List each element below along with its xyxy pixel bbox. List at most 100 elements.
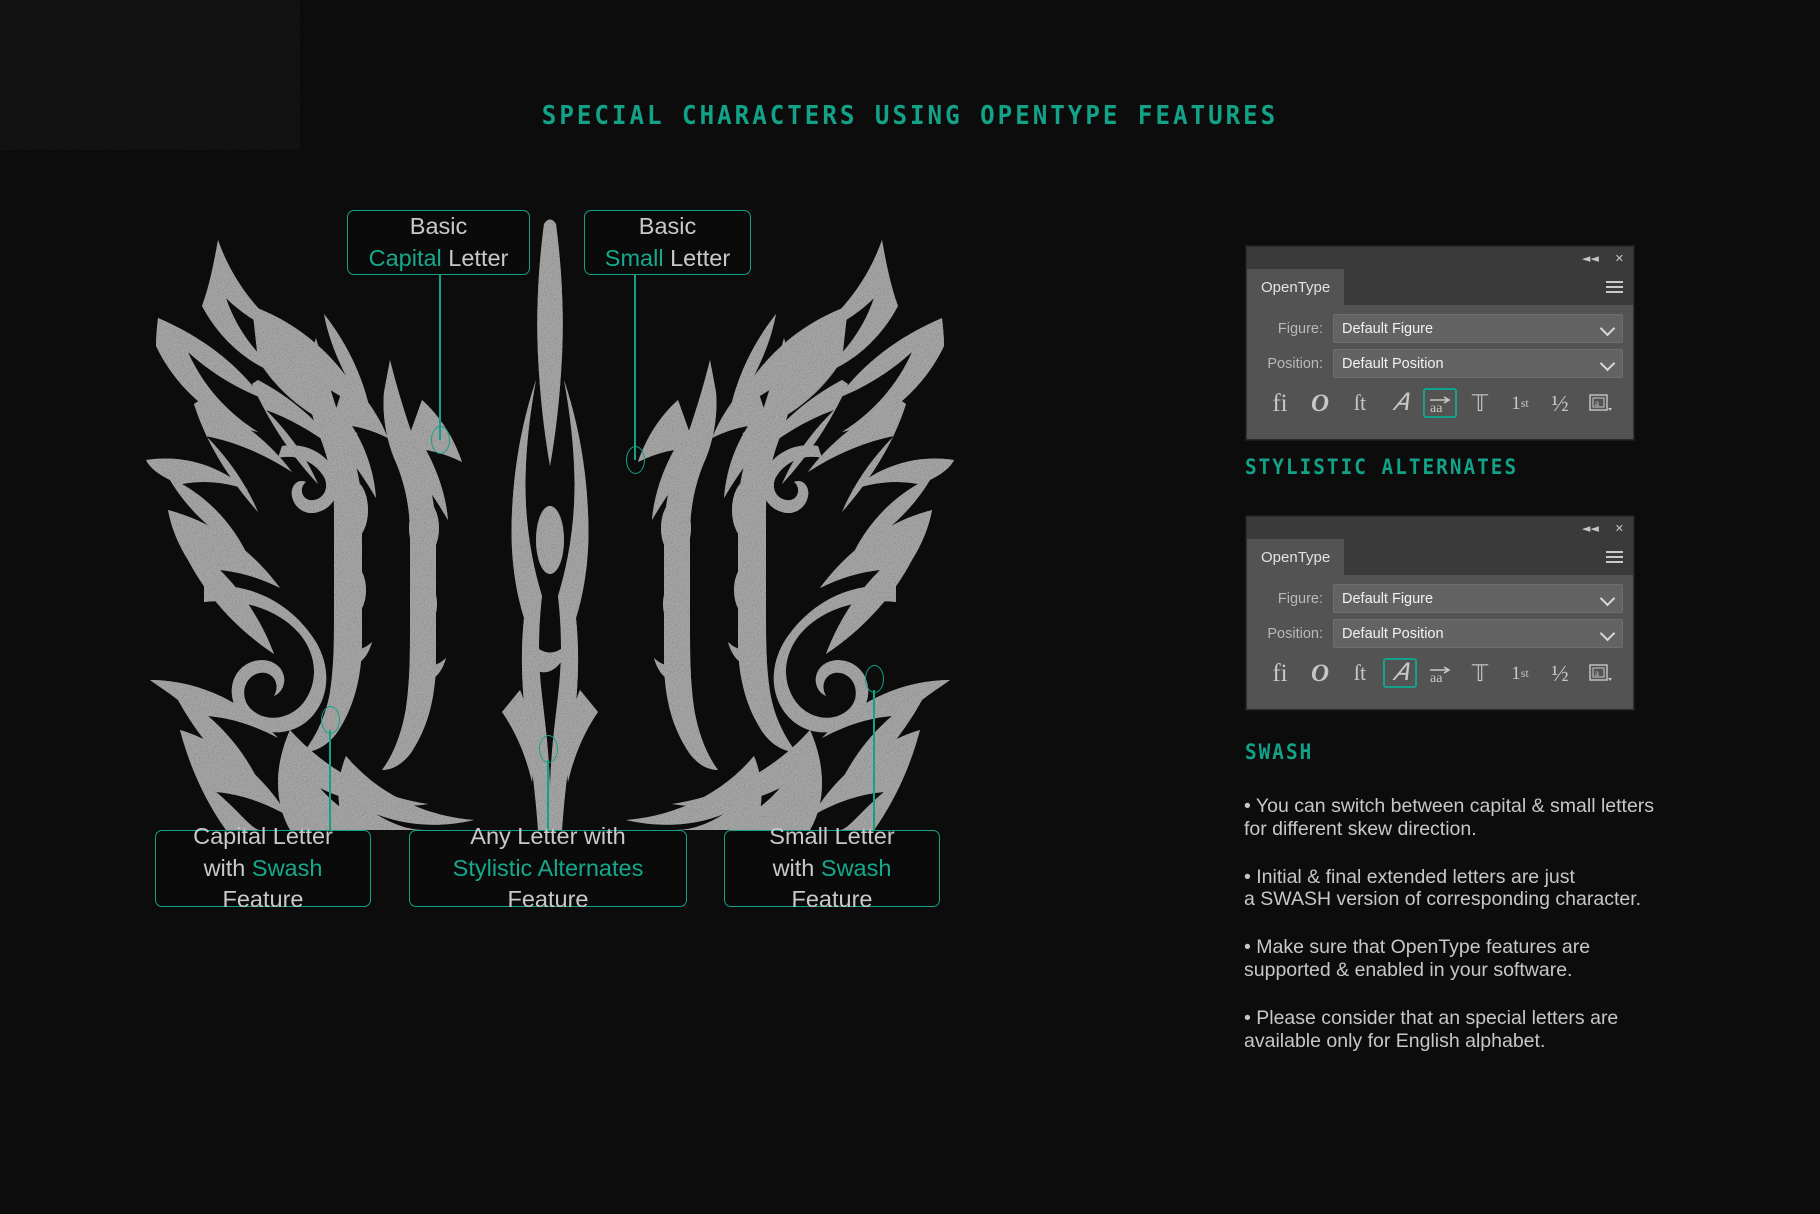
stylistic-sets-icon[interactable]: a — [1583, 658, 1617, 688]
leader-line-top-right — [634, 274, 636, 460]
leader-line-bottom-center — [547, 760, 549, 830]
panel-body: Figure: Default Figure Position: Default… — [1247, 305, 1633, 429]
callout-small-letter-swash: Small Letter with Swash Feature — [724, 823, 940, 912]
callout-line-2: Small Letter — [605, 243, 730, 275]
panel-body: Figure: Default Figure Position: Default… — [1247, 575, 1633, 699]
callout-rest: Feature — [791, 886, 873, 913]
chevron-down-icon — [1599, 320, 1616, 336]
contextual-alternates-icon[interactable]: O — [1303, 658, 1337, 688]
position-value: Default Position — [1342, 625, 1444, 642]
callout-line-1: Basic — [638, 212, 697, 239]
stylistic-alternates-icon[interactable]: aa — [1423, 388, 1457, 418]
ordinals-icon[interactable]: 1st — [1503, 658, 1537, 688]
figure-row: Figure: Default Figure — [1257, 584, 1623, 613]
callout-rest: Letter — [663, 244, 731, 271]
note-item: • Initial & final extended letters are j… — [1244, 865, 1642, 911]
leader-line-bottom-left — [329, 730, 331, 830]
callout-highlight: Stylistic Alternates — [452, 854, 644, 881]
callout-capital-letter-swash: Capital Letter with Swash Feature — [155, 823, 371, 912]
feature-icon-row: fi O ſt 𝐴 aa 𝕋 1st ½ a — [1257, 654, 1623, 693]
collapse-icon[interactable]: ◄◄ — [1582, 523, 1599, 534]
opentype-panel-stylistic-alternates[interactable]: ◄◄ ✕ OpenType Figure: Default Figure Pos… — [1246, 246, 1634, 440]
leader-line-bottom-right — [873, 690, 875, 830]
callout-rest: Letter — [441, 244, 509, 271]
callout-pre: with — [772, 854, 821, 881]
stylistic-sets-icon[interactable]: a — [1583, 388, 1617, 418]
svg-text:a: a — [1595, 668, 1599, 678]
callout-highlight: Swash — [820, 854, 892, 881]
discretionary-ligatures-icon[interactable]: ſt — [1343, 388, 1377, 418]
callout-line-1: Any Letter with — [470, 822, 626, 849]
position-value: Default Position — [1342, 355, 1444, 372]
close-icon[interactable]: ✕ — [1615, 523, 1624, 534]
close-icon[interactable]: ✕ — [1615, 253, 1624, 264]
fractions-icon[interactable]: ½ — [1543, 658, 1577, 688]
svg-text:aa: aa — [1430, 401, 1443, 415]
svg-text:a: a — [1595, 398, 1599, 408]
callout-highlight: Swash — [251, 854, 323, 881]
tab-opentype[interactable]: OpenType — [1247, 539, 1345, 575]
panel-menu-icon[interactable] — [1606, 278, 1623, 296]
feature-icon-row: fi O ſt 𝐴 aa 𝕋 1st ½ a — [1257, 384, 1623, 423]
callout-rest: Feature — [222, 886, 304, 913]
callout-line-1: Basic — [409, 212, 468, 239]
svg-text:aa: aa — [1430, 671, 1443, 685]
standard-ligatures-icon[interactable]: fi — [1263, 658, 1297, 688]
figure-select[interactable]: Default Figure — [1333, 584, 1623, 613]
callout-basic-small-letter: Basic Small Letter — [584, 210, 751, 275]
leader-dot-top-left — [431, 426, 450, 454]
chevron-down-icon — [1599, 625, 1616, 641]
fractions-icon[interactable]: ½ — [1543, 388, 1577, 418]
callout-line-2: Capital Letter — [369, 243, 509, 275]
chevron-down-icon — [1599, 355, 1616, 371]
contextual-alternates-icon[interactable]: O — [1303, 388, 1337, 418]
position-select[interactable]: Default Position — [1333, 619, 1623, 648]
chevron-down-icon — [1599, 590, 1616, 606]
note-item: • Make sure that OpenType features are s… — [1244, 936, 1591, 982]
note-item: • You can switch between capital & small… — [1244, 795, 1655, 840]
callout-highlight: Small — [604, 244, 664, 271]
page-title: SPECIAL CHARACTERS USING OPENTYPE FEATUR… — [541, 101, 1279, 131]
leader-dot-bottom-center — [539, 735, 558, 763]
position-row: Position: Default Position — [1257, 619, 1623, 648]
ordinals-icon[interactable]: 1st — [1503, 388, 1537, 418]
position-select[interactable]: Default Position — [1333, 349, 1623, 378]
leader-dot-top-right — [626, 446, 645, 474]
callout-line-2: Stylistic Alternates Feature — [420, 853, 676, 917]
opentype-panel-swash[interactable]: ◄◄ ✕ OpenType Figure: Default Figure Pos… — [1246, 516, 1634, 710]
panel-menu-icon[interactable] — [1606, 548, 1623, 566]
poster-canvas: SPECIAL CHARACTERS USING OPENTYPE FEATUR… — [0, 0, 1820, 1214]
figure-value: Default Figure — [1342, 590, 1434, 607]
figure-label: Figure: — [1277, 590, 1323, 607]
callout-line-2: with Swash Feature — [735, 853, 929, 917]
panel-titlebar: ◄◄ ✕ — [1247, 517, 1633, 539]
swash-icon[interactable]: 𝐴 — [1383, 388, 1417, 418]
discretionary-ligatures-icon[interactable]: ſt — [1343, 658, 1377, 688]
callout-highlight: Capital — [368, 244, 442, 271]
panel-caption-swash: SWASH — [1245, 740, 1314, 764]
callout-line-2: with Swash Feature — [166, 853, 360, 917]
standard-ligatures-icon[interactable]: fi — [1263, 388, 1297, 418]
callout-line-1: Capital Letter — [193, 822, 333, 849]
panel-tabstrip: OpenType — [1247, 269, 1633, 305]
position-label: Position: — [1267, 355, 1323, 372]
notes-list: • You can switch between capital & small… — [1244, 795, 1664, 1078]
callout-line-1: Small Letter — [769, 822, 895, 849]
position-row: Position: Default Position — [1257, 349, 1623, 378]
figure-select[interactable]: Default Figure — [1333, 314, 1623, 343]
stylistic-alternates-icon[interactable]: aa — [1423, 658, 1457, 688]
tab-opentype[interactable]: OpenType — [1247, 269, 1345, 305]
leader-line-top-left — [439, 274, 441, 440]
leader-dot-bottom-left — [321, 706, 340, 734]
figure-label: Figure: — [1277, 320, 1323, 337]
titling-alternates-icon[interactable]: 𝕋 — [1463, 388, 1497, 418]
figure-row: Figure: Default Figure — [1257, 314, 1623, 343]
note-item: • Please consider that an special letter… — [1244, 1006, 1619, 1052]
titling-alternates-icon[interactable]: 𝕋 — [1463, 658, 1497, 688]
collapse-icon[interactable]: ◄◄ — [1582, 253, 1599, 264]
callout-basic-capital-letter: Basic Capital Letter — [347, 210, 530, 275]
swash-icon[interactable]: 𝐴 — [1383, 658, 1417, 688]
callout-rest: Feature — [507, 886, 589, 913]
panel-caption-stylistic-alternates: STYLISTIC ALTERNATES — [1245, 455, 1519, 479]
position-label: Position: — [1267, 625, 1323, 642]
